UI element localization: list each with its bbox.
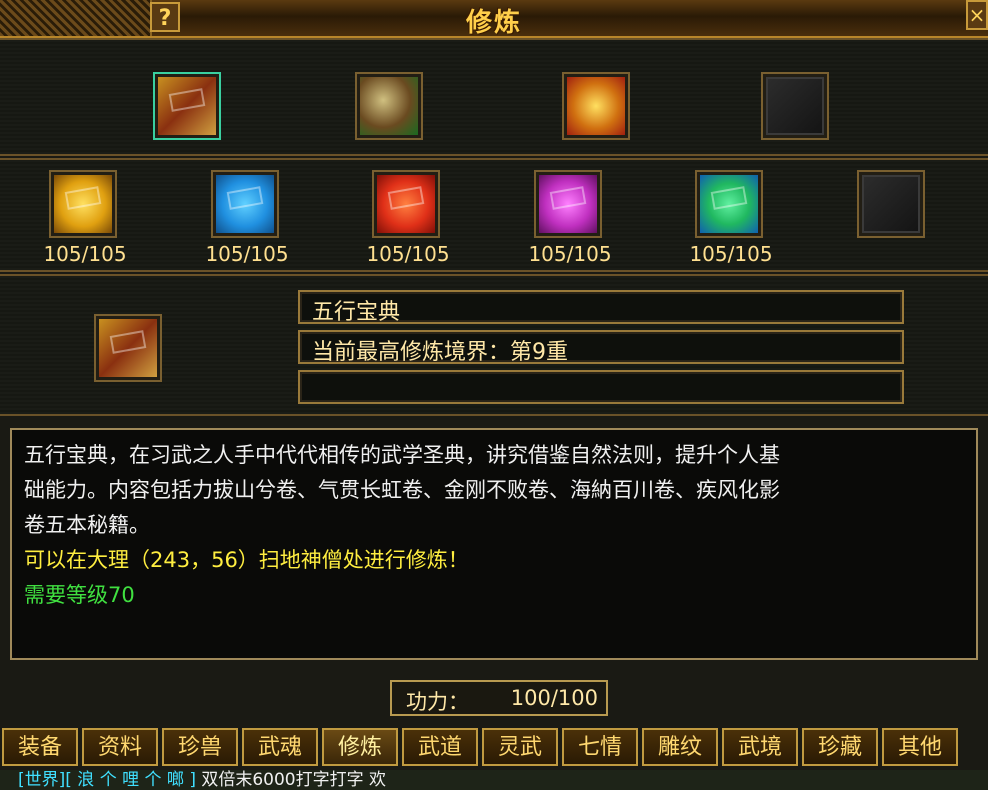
book-count: 105/105 — [366, 242, 450, 266]
book-slot-blue[interactable] — [211, 170, 279, 238]
description-box: 五行宝典，在习武之人手中代代相传的武学圣典，讲究借鉴自然法则，提升个人基 础能力… — [10, 428, 978, 660]
book-slot-purple[interactable] — [534, 170, 602, 238]
selected-item-slot — [94, 314, 162, 382]
book-panel: 105/105 105/105 105/105 105/105 105/105 — [0, 158, 988, 272]
gold-chest-icon — [567, 77, 625, 135]
tab-ziliao[interactable]: 资料 — [82, 728, 158, 766]
extra-field — [298, 370, 904, 404]
wuxing-baodian-slot[interactable] — [153, 72, 221, 140]
tab-qiqing[interactable]: 七情 — [562, 728, 638, 766]
book-stack-icon — [158, 77, 216, 135]
gold-book-icon — [54, 175, 112, 233]
book-slot-green[interactable] — [695, 170, 763, 238]
level-requirement: 需要等级70 — [24, 583, 135, 607]
title-bar: ? 修炼 × — [0, 0, 988, 38]
book-slot-red[interactable] — [372, 170, 440, 238]
book-count: 105/105 — [689, 242, 773, 266]
book-stack-icon — [99, 319, 157, 377]
category-panel — [0, 38, 988, 156]
tab-diaowen[interactable]: 雕纹 — [642, 728, 718, 766]
tab-qita[interactable]: 其他 — [882, 728, 958, 766]
book-count: 105/105 — [43, 242, 127, 266]
tab-zhuangbei[interactable]: 装备 — [2, 728, 78, 766]
tab-zhenshou[interactable]: 珍兽 — [162, 728, 238, 766]
tab-zhencang[interactable]: 珍藏 — [802, 728, 878, 766]
book-slot-gold[interactable] — [49, 170, 117, 238]
realm-field: 当前最高修炼境界：第9重 — [298, 330, 904, 365]
description-line: 卷五本秘籍。 — [24, 513, 150, 537]
tab-lingwu[interactable]: 灵武 — [482, 728, 558, 766]
empty-slot-icon — [766, 77, 824, 135]
chat-text: 双倍末6000打字打字 欢 — [201, 770, 387, 790]
tab-bar: 装备 资料 珍兽 武魂 修炼 武道 灵武 七情 雕纹 武境 珍藏 其他 — [0, 728, 988, 770]
tab-wujing[interactable]: 武境 — [722, 728, 798, 766]
empty-slot-icon — [862, 175, 920, 233]
description-line: 础能力。内容包括力拔山兮卷、气贯长虹卷、金刚不败卷、海納百川卷、疾风化影 — [24, 478, 780, 502]
book-count: 105/105 — [205, 242, 289, 266]
book-count: 105/105 — [528, 242, 612, 266]
tab-wuhun[interactable]: 武魂 — [242, 728, 318, 766]
window-title: 修炼 — [465, 8, 522, 38]
purple-book-icon — [539, 175, 597, 233]
power-display: 功力： 100/100 — [390, 680, 608, 716]
blue-book-icon — [216, 175, 274, 233]
red-book-icon — [377, 175, 435, 233]
item-name-field: 五行宝典 — [298, 290, 904, 325]
description-line: 五行宝典，在习武之人手中代代相传的武学圣典，讲究借鉴自然法则，提升个人基 — [24, 443, 780, 467]
tab-xiulian[interactable]: 修炼 — [322, 728, 398, 766]
chat-line: [世界][ 浪 个 哩 个 啷 ] 双倍末6000打字打字 欢 — [0, 770, 988, 790]
scroll-bundle-slot[interactable] — [355, 72, 423, 140]
scroll-bundle-icon — [360, 77, 418, 135]
gold-chest-slot[interactable] — [562, 72, 630, 140]
empty-book-slot[interactable] — [857, 170, 925, 238]
tab-wudao[interactable]: 武道 — [402, 728, 478, 766]
empty-category-slot[interactable] — [761, 72, 829, 140]
chat-channel[interactable]: [世界][ 浪 个 哩 个 啷 ] — [18, 770, 196, 790]
power-value: 100/100 — [510, 686, 598, 710]
close-button[interactable]: × — [966, 0, 988, 30]
training-location: 可以在大理（243，56）扫地神僧处进行修炼！ — [24, 548, 469, 572]
power-label: 功力： — [406, 690, 469, 714]
green-book-icon — [700, 175, 758, 233]
detail-panel: 五行宝典 当前最高修炼境界：第9重 — [0, 274, 988, 416]
